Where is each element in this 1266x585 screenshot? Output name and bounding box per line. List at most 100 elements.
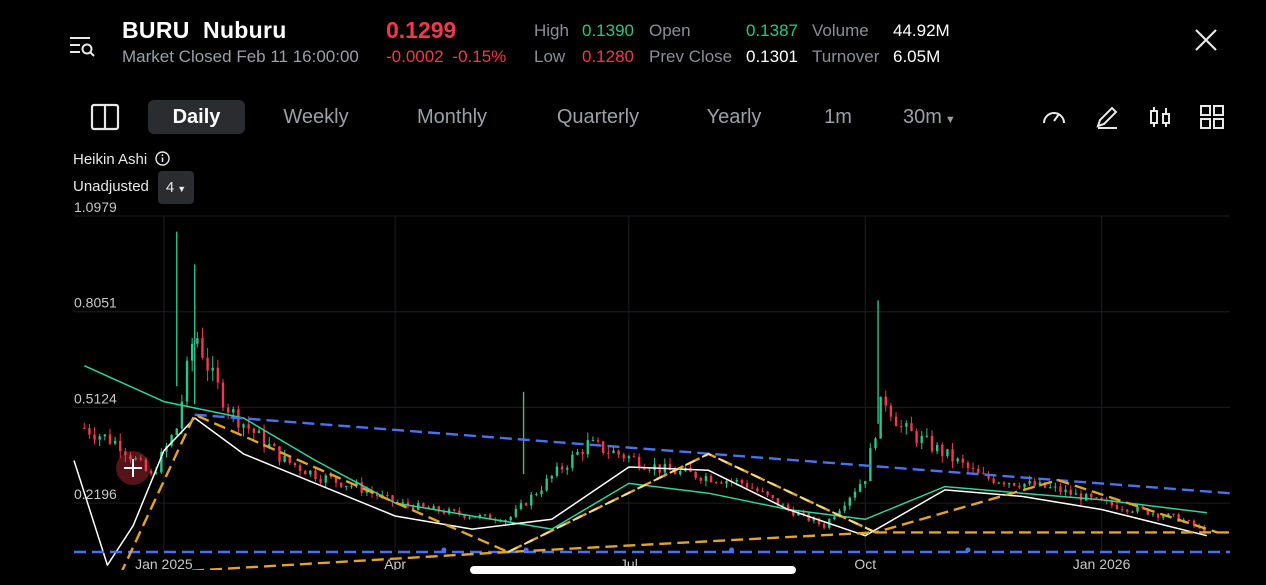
volume-label: Volume [812, 21, 869, 40]
candle-body [632, 456, 636, 458]
market-status: Market Closed Feb 11 16:00:00 [122, 47, 359, 66]
candle-body [725, 481, 728, 484]
candle-body [206, 357, 209, 371]
candle-body [571, 454, 574, 468]
candle-body [422, 503, 425, 507]
candle-body [185, 360, 189, 402]
candle-body [226, 407, 230, 413]
event-marker [523, 547, 529, 553]
tab-daily[interactable]: Daily [148, 100, 245, 134]
candle-body [899, 426, 903, 428]
candle-body [925, 435, 929, 437]
candle-body [935, 444, 939, 452]
tab-30m[interactable]: 30m ▼ [903, 100, 956, 134]
candle-body [596, 440, 600, 442]
candle-body [1002, 482, 1006, 485]
sidebar-toggle-icon[interactable] [90, 103, 120, 131]
candle-body [607, 452, 610, 454]
y-tick-label: 1.0979 [74, 200, 117, 215]
candle-body [1013, 483, 1016, 486]
candle-body [679, 470, 682, 475]
candle-body [735, 480, 738, 482]
candle-body [309, 470, 312, 475]
candle-body [273, 443, 276, 447]
candle-body [108, 434, 112, 444]
tab-1m[interactable]: 1m [817, 100, 859, 134]
company-name: Nuburu [203, 17, 287, 43]
candle-body [864, 481, 867, 485]
adjust-option[interactable]: Unadjusted [73, 178, 149, 195]
candle-body [113, 440, 117, 444]
candle-body [889, 405, 893, 417]
price-chart[interactable]: 1.09790.80510.51240.2196Jan 2025 Apr Jul Oc… [0, 200, 1266, 570]
candle-body [540, 490, 543, 495]
candle-body [345, 485, 348, 488]
candle-body [1115, 505, 1119, 510]
candle-body [221, 382, 225, 408]
caret-down-icon: ▼ [944, 114, 956, 126]
candle-body [432, 506, 435, 509]
candle-body [1095, 497, 1098, 499]
pen-icon[interactable] [1094, 104, 1120, 130]
list-search-icon[interactable] [68, 34, 96, 58]
candle-body [1172, 513, 1175, 515]
change-value: -0.0002 [386, 47, 444, 66]
candle-body [802, 512, 805, 514]
candle-body [884, 396, 887, 406]
candle-body [83, 427, 86, 429]
candle-body [509, 516, 512, 521]
low-label: Low [534, 47, 566, 66]
chart-style-option[interactable]: Heikin Ashi [73, 151, 171, 168]
change-pct: -0.15% [452, 47, 507, 66]
candle-body [1028, 481, 1031, 484]
indicator-icon[interactable] [1147, 104, 1173, 130]
candle-body [992, 478, 995, 483]
candle-body [1151, 513, 1155, 515]
candle-body [293, 462, 297, 466]
candle-body [1156, 513, 1160, 518]
candle-body [93, 434, 96, 440]
home-indicator[interactable] [470, 566, 796, 574]
candle-body [216, 367, 220, 383]
candle-body [190, 343, 194, 361]
candle-body [905, 423, 908, 427]
candle-body [694, 471, 697, 478]
tab-monthly[interactable]: Monthly [400, 100, 504, 134]
candle-body [627, 456, 631, 459]
candle-body [149, 470, 153, 474]
caret-down-icon: ▼ [177, 184, 187, 194]
candle-body [961, 458, 965, 463]
candle-body [211, 367, 214, 371]
candle-body [858, 484, 862, 492]
candle-body [761, 491, 764, 493]
tab-weekly[interactable]: Weekly [270, 100, 362, 134]
candle-body [920, 435, 923, 444]
price-change: -0.0002 -0.15% [386, 47, 506, 67]
candle-body [843, 505, 846, 511]
tab-yearly[interactable]: Yearly [697, 100, 771, 134]
candle-body [766, 491, 769, 496]
candle-body [848, 497, 852, 506]
candle-body [1069, 489, 1072, 495]
candle-body [1090, 493, 1093, 498]
candle-body [915, 431, 918, 444]
candle-body [103, 434, 107, 437]
candle-body [324, 475, 327, 483]
candle-body [648, 469, 651, 471]
event-marker [441, 547, 447, 553]
candle-body [550, 475, 554, 479]
candle-body [982, 472, 985, 474]
turnover-label: Turnover [812, 47, 880, 66]
volume-value: 44.92M [893, 21, 950, 40]
grid-icon[interactable] [1199, 104, 1225, 130]
low-value: 0.1280 [582, 47, 634, 66]
event-marker [965, 547, 971, 553]
prev-close-label: Prev Close [649, 47, 733, 66]
candle-body [1187, 520, 1191, 522]
candle-body [977, 468, 980, 473]
candle-body [1079, 493, 1083, 501]
candle-body [468, 517, 471, 519]
close-icon[interactable] [1193, 27, 1219, 53]
gauge-icon[interactable] [1041, 104, 1067, 130]
tab-quarterly[interactable]: Quarterly [545, 100, 651, 134]
